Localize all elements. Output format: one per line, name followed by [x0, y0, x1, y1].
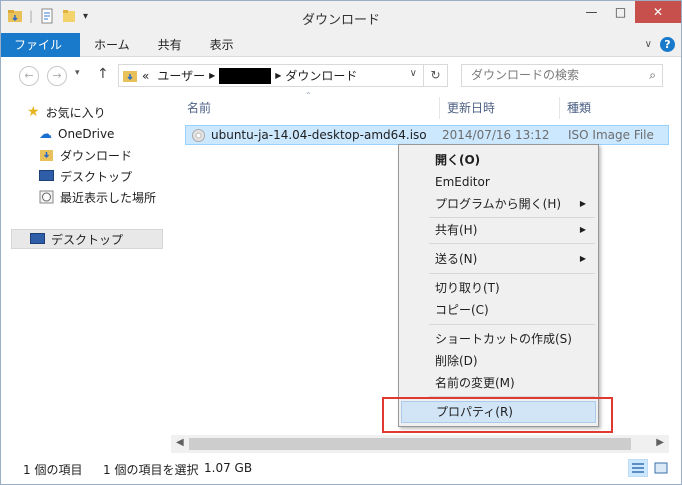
disc-image-icon	[192, 128, 205, 142]
sort-ascending-icon: ⌃	[305, 91, 312, 100]
tab-file[interactable]: ファイル	[1, 33, 81, 57]
submenu-arrow-icon: ▶	[579, 225, 586, 234]
navigation-pane: ★ お気に入り ☁ OneDrive ダウンロード デスクトップ 最近表示した場…	[1, 93, 166, 453]
nav-downloads[interactable]: ダウンロード	[39, 146, 132, 164]
chevron-right-icon[interactable]: ▶	[275, 71, 281, 80]
menu-emeditor[interactable]: EmEditor	[401, 171, 596, 193]
nav-favorites[interactable]: ★ お気に入り	[27, 103, 106, 121]
star-icon: ★	[27, 104, 40, 120]
details-view-button[interactable]	[628, 459, 648, 477]
menu-copy[interactable]: コピー(C)	[401, 299, 596, 321]
horizontal-scrollbar[interactable]: ◀ ▶	[171, 435, 669, 453]
column-header-name[interactable]: 名前	[187, 97, 211, 119]
chevron-right-icon[interactable]: ▶	[209, 71, 215, 80]
menu-open[interactable]: 開く(O)	[401, 149, 596, 171]
nav-desktop[interactable]: デスクトップ	[39, 167, 132, 185]
address-bar[interactable]: « ユーザー ▶ ▶ ダウンロード ∨ ↻	[118, 64, 448, 87]
status-selected: 1 個の項目を選択	[103, 463, 199, 477]
nav-onedrive-label: OneDrive	[58, 127, 115, 141]
nav-onedrive[interactable]: ☁ OneDrive	[39, 125, 114, 143]
file-date: 2014/07/16 13:12	[442, 128, 550, 142]
submenu-arrow-icon: ▶	[579, 199, 586, 208]
nav-recent-places[interactable]: 最近表示した場所	[39, 188, 156, 206]
title-bar: | ▾ ダウンロード — □ ✕	[1, 1, 681, 33]
status-bar: 1 個の項目 1 個の項目を選択 1.07 GB	[1, 453, 681, 484]
menu-delete[interactable]: 削除(D)	[401, 350, 596, 372]
file-row[interactable]: ubuntu-ja-14.04-desktop-amd64.iso 2014/0…	[185, 125, 669, 145]
nav-recent-label: 最近表示した場所	[60, 190, 157, 205]
search-placeholder: ダウンロードの検索	[471, 68, 580, 82]
desktop-icon	[39, 170, 54, 181]
submenu-arrow-icon: ▶	[579, 254, 586, 263]
menu-separator	[429, 217, 595, 218]
recent-locations-icon[interactable]: ▾	[75, 68, 80, 78]
nav-downloads-label: ダウンロード	[60, 148, 133, 163]
breadcrumb-users[interactable]: ユーザー	[157, 67, 205, 84]
column-divider[interactable]	[439, 97, 440, 119]
status-size: 1.07 GB	[204, 461, 253, 475]
search-icon: ⌕	[649, 68, 656, 82]
expand-ribbon-icon[interactable]: ∨	[645, 39, 652, 50]
nav-desktop-group[interactable]: デスクトップ	[11, 229, 163, 249]
explorer-window: | ▾ ダウンロード — □ ✕ ファイル ホーム 共有 表示 ∨ ? ← → …	[0, 0, 682, 485]
desktop-icon	[30, 233, 45, 244]
refresh-icon[interactable]: ↻	[423, 65, 447, 86]
folder-icon	[123, 70, 137, 82]
menu-rename[interactable]: 名前の変更(M)	[401, 372, 596, 394]
details-view-icon	[632, 463, 644, 473]
menu-create-shortcut[interactable]: ショートカットの作成(S)	[401, 328, 596, 350]
scroll-left-icon[interactable]: ◀	[176, 437, 184, 448]
tab-view[interactable]: 表示	[196, 33, 248, 57]
menu-cut[interactable]: 切り取り(T)	[401, 277, 596, 299]
close-button[interactable]: ✕	[635, 1, 681, 23]
menu-send-to[interactable]: 送る(N) ▶	[401, 248, 596, 270]
file-type: ISO Image File	[568, 128, 654, 142]
menu-share-label: 共有(H)	[435, 223, 478, 237]
tab-share[interactable]: 共有	[144, 33, 196, 57]
menu-open-with-label: プログラムから開く(H)	[435, 197, 562, 211]
status-item-count: 1 個の項目	[23, 463, 83, 477]
recent-places-icon	[39, 190, 54, 204]
highlight-annotation	[382, 397, 613, 433]
column-header-date[interactable]: 更新日時	[447, 97, 495, 119]
nav-desktop-group-label: デスクトップ	[51, 232, 124, 247]
menu-separator	[429, 273, 595, 274]
ribbon-right: ∨ ?	[645, 37, 675, 52]
menu-open-with[interactable]: プログラムから開く(H) ▶	[401, 193, 596, 215]
redacted-username	[219, 67, 272, 84]
tab-home[interactable]: ホーム	[80, 33, 144, 57]
maximize-button[interactable]: □	[606, 1, 635, 23]
window-controls: — □ ✕	[577, 1, 681, 23]
nav-favorites-label: お気に入り	[45, 105, 106, 120]
back-button[interactable]: ←	[19, 66, 39, 86]
downloads-folder-icon	[40, 150, 53, 161]
menu-share[interactable]: 共有(H) ▶	[401, 219, 596, 241]
navigation-bar: ← → ▾ ↑ « ユーザー ▶ ▶ ダウンロード ∨ ↻ ダウンロードの検索 …	[1, 58, 681, 92]
large-icons-view-button[interactable]	[651, 459, 671, 477]
menu-separator	[429, 324, 595, 325]
large-icons-view-icon	[654, 462, 668, 474]
nav-desktop-label: デスクトップ	[60, 169, 133, 184]
column-divider[interactable]	[559, 97, 560, 119]
up-button[interactable]: ↑	[97, 66, 109, 82]
breadcrumb-overflow[interactable]: «	[142, 69, 149, 83]
scroll-right-icon[interactable]: ▶	[656, 437, 664, 448]
menu-separator	[429, 243, 595, 244]
context-menu: 開く(O) EmEditor プログラムから開く(H) ▶ 共有(H) ▶ 送る…	[398, 144, 599, 427]
help-icon[interactable]: ?	[660, 37, 675, 52]
ribbon-tabs: ファイル ホーム 共有 表示 ∨ ?	[1, 33, 681, 57]
address-dropdown-icon[interactable]: ∨	[410, 68, 417, 79]
file-name: ubuntu-ja-14.04-desktop-amd64.iso	[211, 128, 427, 142]
minimize-button[interactable]: —	[577, 1, 606, 23]
forward-button[interactable]: →	[47, 66, 67, 86]
scroll-thumb[interactable]	[189, 438, 631, 450]
column-header-type[interactable]: 種類	[567, 97, 591, 119]
search-input[interactable]: ダウンロードの検索 ⌕	[461, 64, 663, 87]
menu-send-to-label: 送る(N)	[435, 252, 478, 266]
cloud-icon: ☁	[39, 126, 52, 142]
breadcrumb-downloads[interactable]: ダウンロード	[285, 67, 357, 84]
